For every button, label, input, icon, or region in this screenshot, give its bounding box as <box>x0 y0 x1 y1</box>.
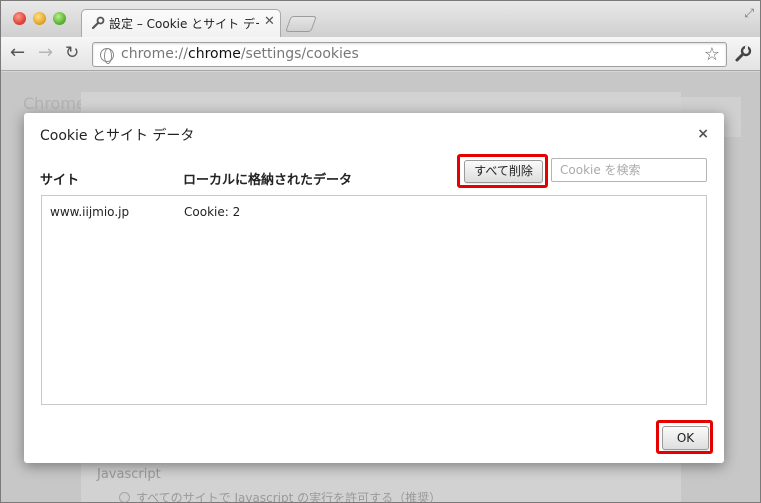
toolbar: ← → ↻ chrome://chrome/settings/cookies ☆ <box>1 37 760 71</box>
dialog-title: Cookie とサイト データ <box>40 128 195 144</box>
cookies-dialog: Cookie とサイト データ × サイト ローカルに格納されたデータ すべて削… <box>24 113 724 463</box>
radio-icon <box>119 492 130 502</box>
column-header-data: ローカルに格納されたデータ <box>183 173 353 188</box>
cookie-list: www.iijmio.jp Cookie: 2 <box>41 195 707 405</box>
cookie-search-input[interactable] <box>551 158 707 182</box>
page-ghost-title: Chrome <box>23 94 86 113</box>
tab-title: 設定 – Cookie とサイト データ <box>109 17 259 31</box>
reload-icon[interactable]: ↻ <box>65 44 79 62</box>
dialog-close-icon[interactable]: × <box>697 126 709 142</box>
remove-all-button[interactable]: すべて削除 <box>464 160 543 183</box>
address-bar[interactable]: chrome://chrome/settings/cookies ☆ <box>92 42 727 67</box>
minimize-window-button[interactable] <box>33 12 46 25</box>
url-text: chrome://chrome/settings/cookies <box>121 46 359 62</box>
ok-button[interactable]: OK <box>662 426 709 450</box>
tab-strip: 設定 – Cookie とサイト データ ✕ ⤢ <box>1 1 760 38</box>
javascript-heading: Javascript <box>97 467 161 482</box>
new-tab-button[interactable] <box>285 16 317 32</box>
javascript-allow-option: すべてのサイトで Javascript の実行を許可する（推奨） <box>119 489 441 502</box>
wrench-menu-icon[interactable] <box>734 45 752 63</box>
tab-close-icon[interactable]: ✕ <box>264 15 275 29</box>
site-cell: www.iijmio.jp <box>50 205 130 219</box>
data-cell: Cookie: 2 <box>184 205 241 219</box>
column-header-site: サイト <box>40 173 80 188</box>
fullscreen-icon[interactable]: ⤢ <box>744 6 754 21</box>
globe-icon <box>100 48 114 64</box>
wrench-icon <box>91 16 105 30</box>
forward-arrow-icon[interactable]: → <box>38 44 53 62</box>
back-arrow-icon[interactable]: ← <box>10 44 25 62</box>
zoom-window-button[interactable] <box>53 12 66 25</box>
browser-window: 設定 – Cookie とサイト データ ✕ ⤢ ← → ↻ chrome://… <box>0 0 761 503</box>
close-window-button[interactable] <box>13 12 26 25</box>
table-row[interactable]: www.iijmio.jp Cookie: 2 <box>42 205 706 223</box>
bookmark-star-icon[interactable]: ☆ <box>704 44 720 65</box>
